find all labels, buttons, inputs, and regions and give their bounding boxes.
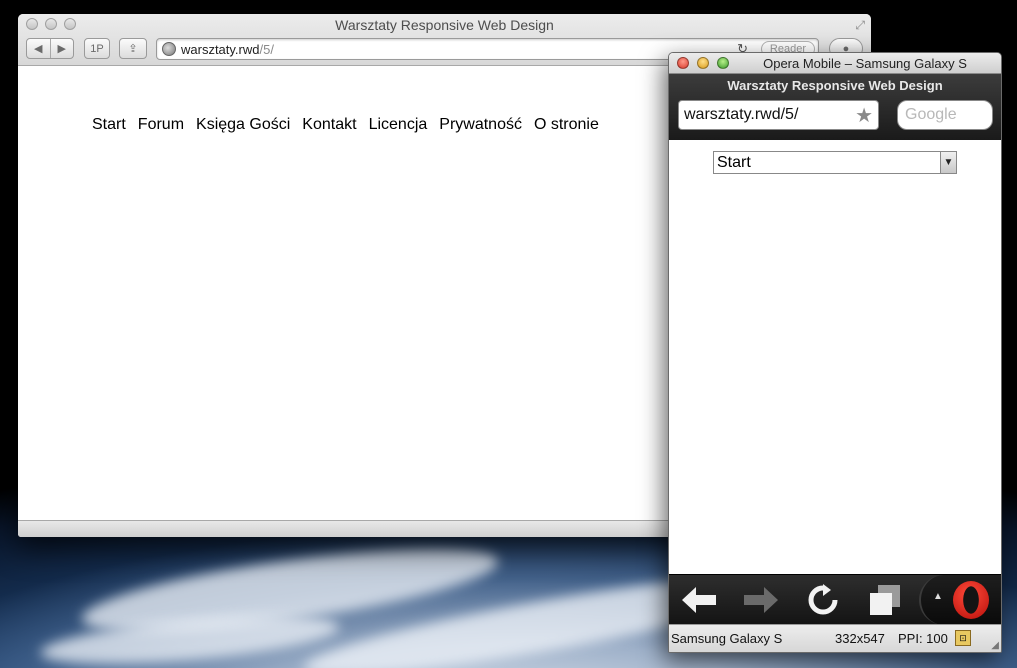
ppi-settings-icon[interactable]: ⊡ — [955, 630, 971, 646]
mobile-address-bar[interactable]: warsztaty.rwd/5/ ★ — [678, 100, 879, 130]
forward-arrow-icon[interactable]: ▶ — [51, 42, 74, 55]
opera-toolbar: ▲ — [669, 574, 1001, 625]
address-path: /5/ — [259, 41, 274, 57]
nav-select[interactable]: Start ▼ — [713, 151, 957, 174]
resize-grip-icon[interactable]: ◢ — [991, 640, 999, 651]
opera-logo-icon — [953, 581, 989, 619]
mobile-viewport: Start ▼ — [669, 141, 1001, 574]
zoom-button[interactable] — [717, 57, 729, 69]
fullscreen-icon[interactable]: ⤢ — [855, 18, 865, 33]
emulator-titlebar: Opera Mobile – Samsung Galaxy S — [669, 53, 1001, 74]
close-button[interactable] — [677, 57, 689, 69]
chevron-down-icon: ▼ — [940, 152, 956, 173]
minimize-button[interactable] — [697, 57, 709, 69]
address-text: warsztaty.rwd/5/ — [684, 106, 799, 123]
globe-icon — [162, 42, 176, 56]
back-forward-buttons: ◀ ▶ — [26, 38, 74, 59]
window-title: Warsztaty Responsive Web Design — [335, 17, 554, 33]
window-title: Opera Mobile – Samsung Galaxy S — [763, 56, 967, 71]
nav-item-about[interactable]: O stronie — [534, 116, 599, 134]
address-host: warsztaty.rwd — [181, 41, 260, 57]
page-title: Warsztaty Responsive Web Design — [727, 78, 943, 93]
nav-item-license[interactable]: Licencja — [369, 116, 428, 134]
onepassword-button[interactable]: 1P — [84, 38, 110, 59]
menu-caret-icon: ▲ — [933, 591, 943, 602]
nav-item-start[interactable]: Start — [92, 116, 126, 134]
emulator-statusbar: Samsung Galaxy S 332x547 PPI: 100 ⊡ ◢ — [669, 624, 1001, 652]
opera-header: Warsztaty Responsive Web Design warsztat… — [669, 74, 1001, 140]
forward-arrow-icon[interactable] — [741, 583, 781, 617]
share-icon: ⇪ — [128, 43, 138, 55]
search-input[interactable]: Google — [897, 100, 993, 130]
reload-icon[interactable] — [803, 583, 843, 617]
site-navigation: Start Forum Księga Gości Kontakt Licencj… — [92, 116, 599, 134]
share-button[interactable]: ⇪ — [119, 38, 147, 59]
window-controls — [677, 57, 729, 69]
nav-item-forum[interactable]: Forum — [138, 116, 184, 134]
nav-item-contact[interactable]: Kontakt — [302, 116, 356, 134]
bookmark-star-icon[interactable]: ★ — [855, 103, 873, 128]
back-arrow-icon[interactable]: ◀ — [27, 42, 50, 55]
screen-resolution: 332x547 — [835, 631, 885, 646]
ppi-value: PPI: 100 — [898, 631, 948, 646]
back-arrow-icon[interactable] — [679, 583, 719, 617]
opera-menu-button[interactable]: ▲ — [919, 575, 1001, 625]
tabs-icon[interactable] — [865, 583, 905, 617]
nav-item-guestbook[interactable]: Księga Gości — [196, 116, 290, 134]
nav-item-privacy[interactable]: Prywatność — [439, 116, 522, 134]
device-name: Samsung Galaxy S — [671, 631, 783, 646]
nav-select-value: Start — [717, 153, 751, 171]
opera-mobile-window: Opera Mobile – Samsung Galaxy S Warsztat… — [668, 52, 1002, 653]
